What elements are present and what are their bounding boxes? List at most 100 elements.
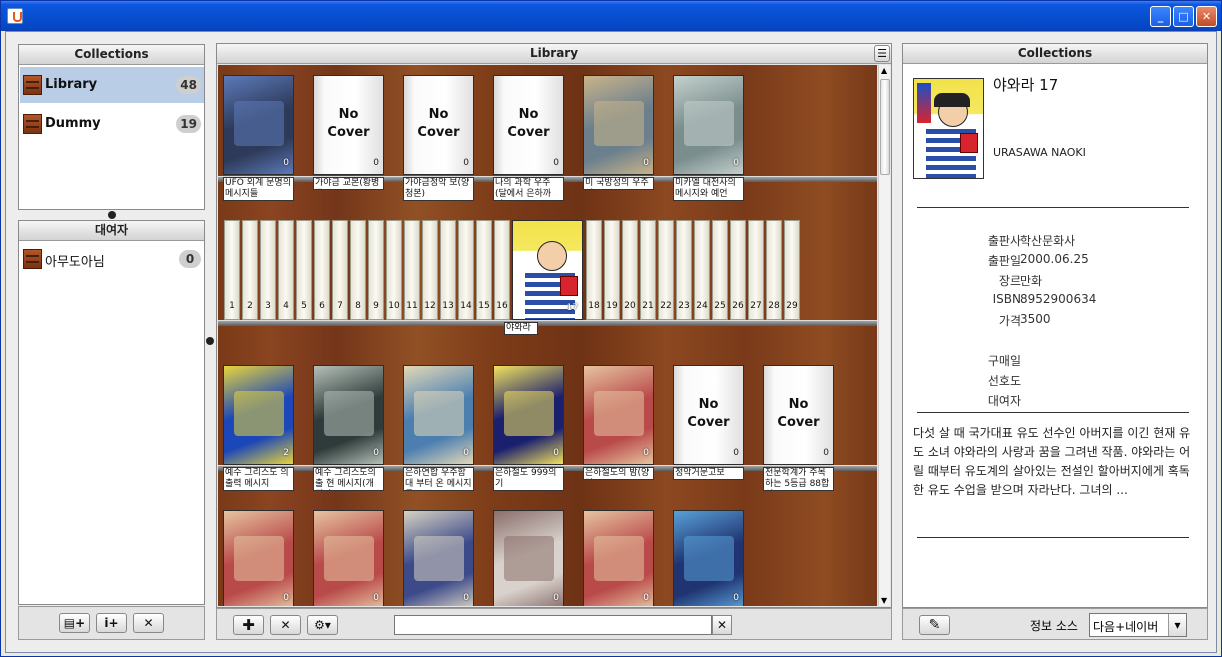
book-cover[interactable]: 0: [403, 510, 474, 606]
search-input[interactable]: [394, 615, 712, 635]
add-borrower-button[interactable]: ⅰ+: [96, 613, 127, 633]
book-rating-number: 0: [463, 448, 469, 458]
book-cover[interactable]: 0: [493, 510, 564, 606]
book-spine[interactable]: 22: [658, 220, 674, 320]
book-rating-number: 0: [643, 448, 649, 458]
book-cover[interactable]: 0: [403, 365, 474, 465]
book-rating-number: 0: [823, 448, 829, 458]
book-spine[interactable]: 2: [242, 220, 258, 320]
close-button[interactable]: ✕: [1196, 6, 1217, 27]
book-cover[interactable]: 0: [493, 365, 564, 465]
book-rating-number: 0: [373, 593, 379, 603]
book-rating-number: 0: [373, 158, 379, 168]
book-spine[interactable]: 23: [676, 220, 692, 320]
collection-label: Library: [45, 77, 98, 92]
spine-number: 16: [496, 301, 508, 311]
book-spine[interactable]: 1: [224, 220, 240, 320]
book-spine[interactable]: 14: [458, 220, 474, 320]
collection-item-library[interactable]: Library 48: [20, 67, 204, 103]
book-cover[interactable]: No Cover 0: [493, 75, 564, 175]
book-spine[interactable]: 16: [494, 220, 510, 320]
book-cover[interactable]: 0: [223, 510, 294, 606]
borrower-label: 아무도아님: [45, 255, 105, 270]
book-spine[interactable]: 25: [712, 220, 728, 320]
chevron-down-icon[interactable]: ▾: [1168, 614, 1186, 636]
collection-item-dummy[interactable]: Dummy 19: [20, 106, 204, 142]
library-panel: Library ☰ 0 UFO 외계 문명의 메시지들 No Cover 0 가야금 교본…: [216, 43, 892, 608]
spine-number: 22: [660, 301, 672, 311]
property-label: 출판일: [987, 254, 1021, 268]
book-author: URASAWA NAOKI: [993, 146, 1086, 159]
book-spine[interactable]: 10: [386, 220, 402, 320]
scroll-up-arrow[interactable]: ▲: [881, 66, 887, 75]
split-handle-horizontal[interactable]: [108, 211, 116, 219]
search-clear-button[interactable]: ✕: [712, 615, 732, 635]
add-collection-button[interactable]: ▤+: [59, 613, 90, 633]
book-cover[interactable]: 0: [583, 365, 654, 465]
book-spine[interactable]: 24: [694, 220, 710, 320]
library-bottom-toolbar: ✚ ✕ ⚙▾ ✕: [216, 608, 892, 640]
detail-bottom-toolbar: ✎ 정보 소스 다음+네이버 ▾: [902, 608, 1208, 640]
book-spine[interactable]: 13: [440, 220, 456, 320]
book-spine[interactable]: 5: [296, 220, 312, 320]
book-caption: 천문학계가 주목하는 5등급 88합성(NEWTON HIGHLIGHT): [763, 467, 834, 491]
library-menu-button[interactable]: ☰: [874, 45, 890, 62]
bookshelf[interactable]: 0 UFO 외계 문명의 메시지들 NoCover 0 가야금 교본(황병주 NoCove…: [218, 65, 877, 606]
featured-book-cover[interactable]: 17: [512, 220, 583, 320]
book-spine[interactable]: 11: [404, 220, 420, 320]
edit-pencil-button[interactable]: ✎: [919, 615, 950, 635]
book-spine[interactable]: 4: [278, 220, 294, 320]
settings-gear-button[interactable]: ⚙▾: [307, 615, 338, 635]
cover-art: [504, 536, 554, 581]
book-spine[interactable]: 6: [314, 220, 330, 320]
book-cover[interactable]: 0: [583, 510, 654, 606]
maximize-button[interactable]: □: [1173, 6, 1194, 27]
library-scrollbar[interactable]: ▲ ▼: [878, 65, 890, 606]
minimize-button[interactable]: _: [1150, 6, 1171, 27]
book-cover[interactable]: 0: [583, 75, 654, 175]
delete-button[interactable]: ✕: [133, 613, 164, 633]
book-cover[interactable]: No Cover 0: [403, 75, 474, 175]
book-cover[interactable]: 2: [223, 365, 294, 465]
book-spine[interactable]: 21: [640, 220, 656, 320]
split-handle-vertical[interactable]: [206, 337, 214, 345]
book-spine[interactable]: 19: [604, 220, 620, 320]
book-spine[interactable]: 9: [368, 220, 384, 320]
book-spine[interactable]: 7: [332, 220, 348, 320]
borrower-item[interactable]: 아무도아님 0: [20, 241, 204, 277]
book-spine[interactable]: 18: [586, 220, 602, 320]
scroll-down-arrow[interactable]: ▼: [881, 596, 887, 605]
book-spine[interactable]: 8: [350, 220, 366, 320]
borrower-count-badge: 0: [179, 250, 201, 268]
book-cover[interactable]: No Cover 0: [673, 365, 744, 465]
add-book-button[interactable]: ✚: [233, 615, 264, 635]
book-cover[interactable]: 0: [673, 510, 744, 606]
book-spine[interactable]: 26: [730, 220, 746, 320]
library-panel-title: Library: [217, 44, 891, 64]
book-spine[interactable]: 28: [766, 220, 782, 320]
spine-number: 24: [696, 301, 708, 311]
book-cover[interactable]: No Cover 0: [763, 365, 834, 465]
property-label: 장르: [998, 274, 1021, 288]
no-cover-text: No Cover: [687, 397, 730, 430]
info-source-select[interactable]: 다음+네이버 ▾: [1089, 613, 1187, 637]
book-spine[interactable]: 15: [476, 220, 492, 320]
property-value: 3500: [1020, 312, 1051, 326]
book-cover[interactable]: 0: [313, 365, 384, 465]
book-spine[interactable]: 12: [422, 220, 438, 320]
title-bar[interactable]: _ □ ✕: [1, 1, 1221, 31]
book-spine[interactable]: 3: [260, 220, 276, 320]
book-cover[interactable]: 0: [313, 510, 384, 606]
book-cover[interactable]: 0: [673, 75, 744, 175]
book-spine[interactable]: 29: [784, 220, 800, 320]
collection-count-badge: 19: [176, 115, 201, 133]
book-cover[interactable]: No Cover 0: [313, 75, 384, 175]
book-spine[interactable]: 20: [622, 220, 638, 320]
cover-art: [560, 276, 578, 296]
book-spine[interactable]: 27: [748, 220, 764, 320]
remove-book-button[interactable]: ✕: [270, 615, 301, 635]
scroll-thumb[interactable]: [880, 79, 890, 175]
property-label: 가격: [998, 314, 1021, 328]
divider: [917, 537, 1189, 538]
book-cover[interactable]: 0: [223, 75, 294, 175]
